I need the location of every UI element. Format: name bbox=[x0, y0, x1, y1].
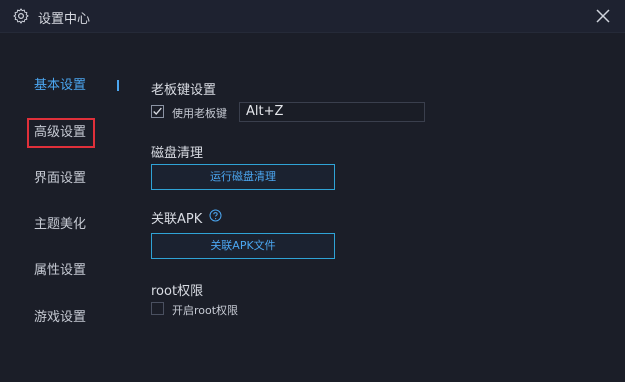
gear-icon bbox=[13, 8, 29, 24]
help-icon[interactable] bbox=[209, 209, 222, 222]
associate-apk-button[interactable]: 关联APK文件 bbox=[151, 233, 335, 259]
title-bar: 设置中心 bbox=[0, 0, 625, 33]
hotkey-value: Alt+Z bbox=[246, 104, 284, 119]
window-title: 设置中心 bbox=[38, 12, 91, 27]
highlight-box bbox=[27, 118, 95, 148]
sidebar-item-label: 主题美化 bbox=[34, 217, 87, 232]
sidebar-item-label: 基本设置 bbox=[34, 78, 87, 93]
boss-key-title: 老板键设置 bbox=[151, 83, 217, 98]
root-permission-title: root权限 bbox=[151, 284, 204, 299]
close-icon[interactable] bbox=[593, 6, 613, 26]
sidebar-item-game-settings[interactable]: 游戏设置 bbox=[22, 308, 114, 328]
root-permission-checkbox-label: 开启root权限 bbox=[172, 304, 239, 317]
boss-key-checkbox[interactable] bbox=[151, 105, 164, 118]
sidebar-item-label: 属性设置 bbox=[34, 263, 87, 278]
apk-association-title: 关联APK bbox=[151, 212, 203, 227]
boss-key-checkbox-label: 使用老板键 bbox=[172, 107, 227, 120]
sidebar-item-basic-settings[interactable]: 基本设置 bbox=[22, 76, 114, 96]
sidebar-item-label: 游戏设置 bbox=[34, 310, 87, 325]
sidebar-item-interface-settings[interactable]: 界面设置 bbox=[22, 169, 114, 189]
sidebar-item-label: 界面设置 bbox=[34, 171, 87, 186]
button-label: 关联APK文件 bbox=[210, 239, 276, 252]
hotkey-input[interactable]: Alt+Z bbox=[239, 102, 425, 122]
sidebar-item-property-settings[interactable]: 属性设置 bbox=[22, 261, 114, 281]
button-label: 运行磁盘清理 bbox=[210, 170, 276, 183]
disk-cleanup-title: 磁盘清理 bbox=[151, 146, 204, 161]
checkmark-icon bbox=[153, 107, 162, 116]
active-indicator bbox=[117, 80, 119, 91]
run-disk-cleanup-button[interactable]: 运行磁盘清理 bbox=[151, 164, 335, 190]
sidebar-item-theme[interactable]: 主题美化 bbox=[22, 215, 114, 235]
root-permission-checkbox[interactable] bbox=[151, 302, 164, 315]
